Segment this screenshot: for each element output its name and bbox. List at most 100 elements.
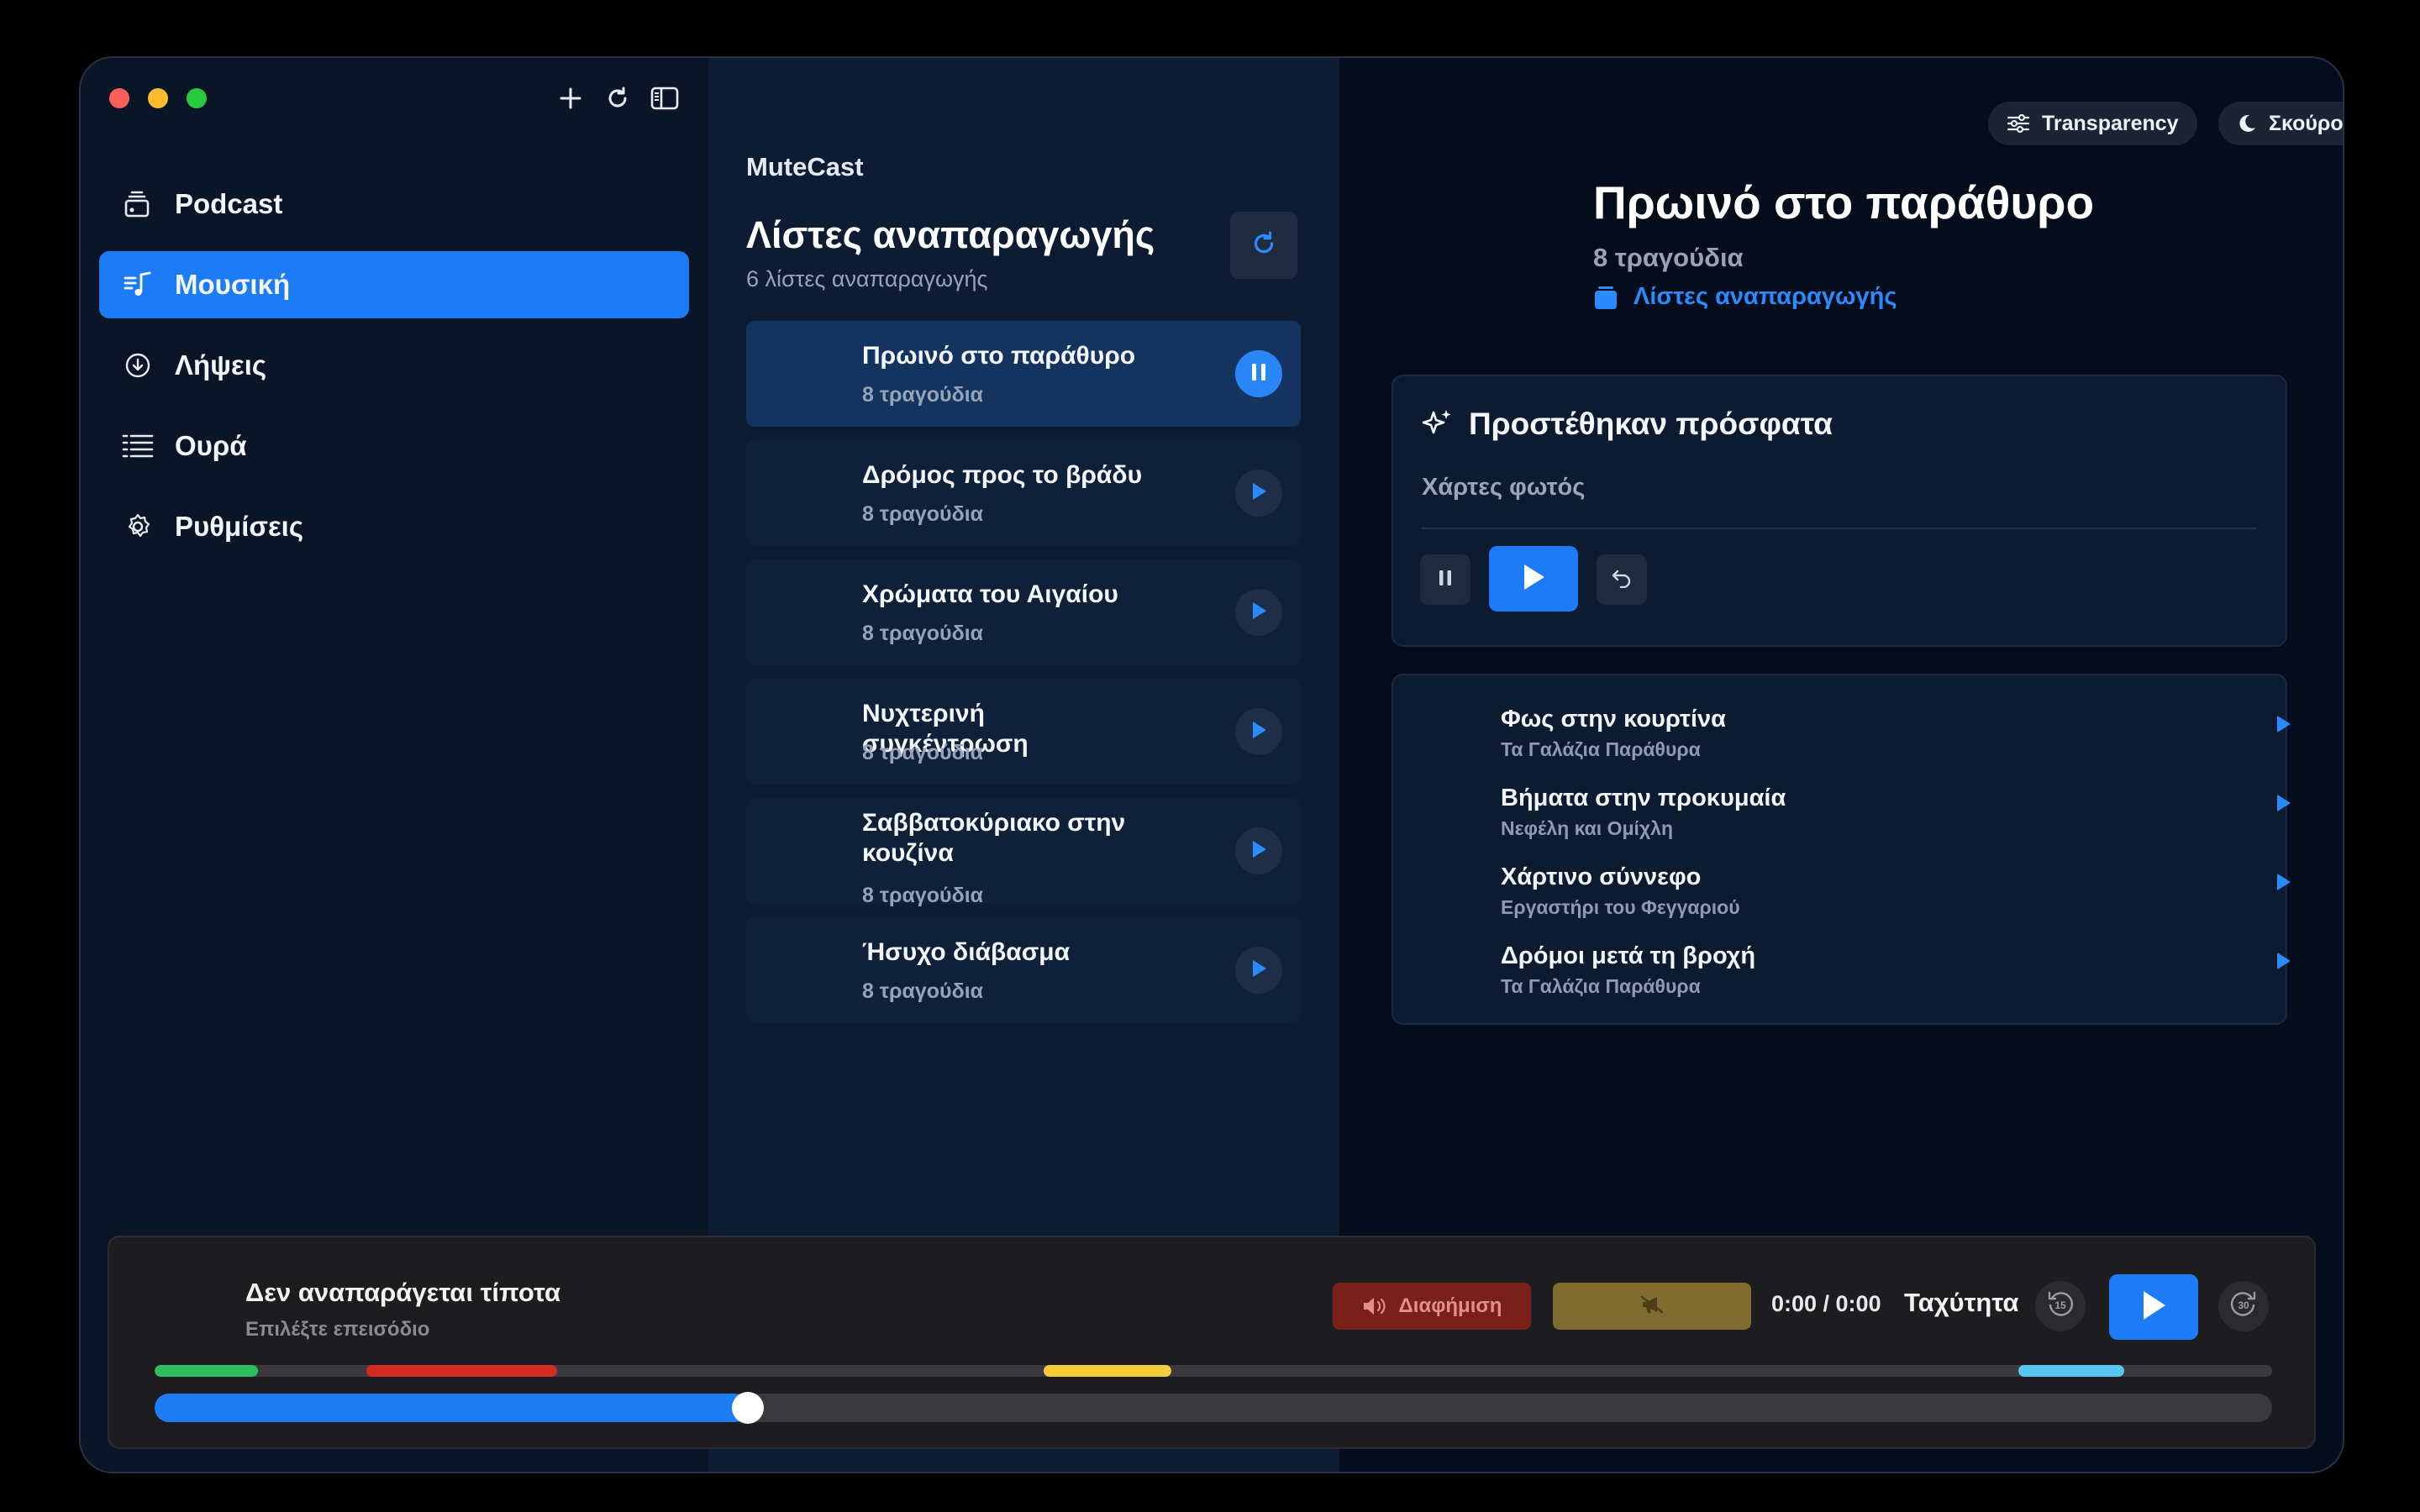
play-playlist-button[interactable] [1235,947,1282,994]
song-list: Φως στην κουρτίνα Τα Γαλάζια Παράθυρα Βή… [1392,674,2291,1025]
progress-knob[interactable] [731,1392,764,1424]
segment-track [155,1365,2272,1377]
play-song-icon[interactable] [2274,793,2292,817]
sidebar-toggle-icon[interactable] [650,81,679,115]
skip-forward-30-icon: 30 [2228,1289,2260,1325]
play-icon [1249,601,1268,625]
now-playing-title: Δεν αναπαράγεται τίποτα [245,1278,560,1307]
pause-icon [1437,569,1454,591]
sidebar-nav: Podcast Μουσική Λήψεις Ουρά Ρυθμίσεις [99,171,689,574]
main-play-button[interactable] [2109,1274,2198,1340]
recently-added-header: Προστέθηκαν πρόσφατα [1420,407,1833,442]
skip-back-seconds: 15 [2054,1299,2066,1311]
sidebar-item-downloads[interactable]: Λήψεις [99,332,689,399]
zoom-window-button[interactable] [187,88,207,108]
playlist-card[interactable]: Πρωινό στο παράθυρο 8 τραγούδια [746,321,1301,427]
skip-forward-seconds: 30 [2238,1299,2249,1311]
play-icon [2139,1289,2169,1326]
sliders-icon [2007,113,2030,134]
pause-playlist-button[interactable] [1235,350,1282,397]
sparkles-icon [1420,407,1454,441]
sidebar-item-podcast[interactable]: Podcast [99,171,689,238]
playlist-detail-subtitle: 8 τραγούδια [1593,243,1744,272]
sidebar-item-settings[interactable]: Ρυθμίσεις [99,493,689,560]
play-song-icon[interactable] [2274,951,2292,975]
queue-list-icon [121,429,155,463]
skip-back-15-icon: 15 [2044,1289,2076,1325]
skip-forward-button[interactable]: 30 [2218,1281,2269,1331]
theme-toggle-button[interactable]: Σκούρο [2218,102,2343,145]
song-row[interactable]: Δρόμοι μετά τη βροχή Τα Γαλάζια Παράθυρα [1501,942,2291,998]
playback-time: 0:00 / 0:00 [1771,1291,1881,1316]
play-icon [1249,958,1268,983]
refresh-icon[interactable] [603,81,632,115]
playlist-subtitle: 8 τραγούδια [862,979,984,1003]
mute-ad-label: Διαφήμιση [1398,1294,1502,1317]
skip-back-button[interactable]: 15 [2035,1281,2086,1331]
app-name: MuteCast [746,152,864,181]
recent-play-button[interactable] [1489,546,1578,612]
play-playlist-button[interactable] [1235,470,1282,517]
segment-marker [1044,1365,1171,1377]
podcast-stack-icon [121,187,155,221]
speed-button[interactable]: Ταχύτητα [1904,1288,2018,1318]
playlist-title: Πρωινό στο παράθυρο [862,342,1136,370]
song-artist: Νεφέλη και Ομίχλη [1501,817,1674,839]
sidebar-item-label: Podcast [175,188,283,219]
song-artist: Τα Γαλάζια Παράθυρα [1501,975,1701,997]
song-name: Φως στην κουρτίνα [1501,706,1727,732]
undo-icon [1611,568,1633,592]
song-row[interactable]: Βήματα στην προκυμαία Νεφέλη και Ομίχλη [1501,785,2291,840]
now-playing-subtitle: Επιλέξτε επεισόδιο [245,1318,430,1341]
play-playlist-button[interactable] [1235,827,1282,874]
refresh-icon [1250,230,1277,261]
skip-ad-button[interactable] [1553,1283,1751,1330]
playlist-subtitle: 8 τραγούδια [862,622,984,645]
playlist-card[interactable]: Χρώματα του Αιγαίου 8 τραγούδια [746,559,1301,665]
song-name: Χάρτινο σύννεφο [1501,864,1702,890]
megaphone-off-icon [1639,1294,1665,1319]
player-bar: Δεν αναπαράγεται τίποτα Επιλέξτε επεισόδ… [108,1236,2316,1449]
mute-ad-button[interactable]: Διαφήμιση [1333,1283,1531,1330]
play-playlist-button[interactable] [1235,589,1282,636]
song-row[interactable]: Φως στην κουρτίνα Τα Γαλάζια Παράθυρα [1501,706,2291,761]
play-song-icon[interactable] [2274,714,2292,738]
sidebar-item-label: Ρυθμίσεις [175,511,303,542]
play-playlist-button[interactable] [1235,708,1282,755]
gear-icon [121,510,155,543]
play-icon [1520,562,1547,596]
recent-restart-button[interactable] [1597,554,1647,605]
add-icon[interactable] [556,81,585,115]
recently-added-title: Προστέθηκαν πρόσφατα [1469,407,1833,441]
sidebar-item-label: Ουρά [175,430,247,461]
sidebar-item-queue[interactable]: Ουρά [99,412,689,480]
minimize-window-button[interactable] [148,88,168,108]
close-window-button[interactable] [109,88,129,108]
playlist-card[interactable]: Δρόμος προς το βράδυ 8 τραγούδια [746,440,1301,546]
breadcrumb-link[interactable]: Λίστες αναπαραγωγής [1593,283,1897,311]
recent-track-title: Χάρτες φωτός [1422,474,1586,501]
recent-pause-button[interactable] [1420,554,1470,605]
song-artist: Τα Γαλάζια Παράθυρα [1501,738,1701,760]
play-icon [1249,481,1268,506]
pause-icon [1249,362,1268,386]
playlist-card[interactable]: Νυχτερινή συγκέντρωση 8 τραγούδια [746,679,1301,785]
progress-slider[interactable] [155,1392,2272,1424]
transparency-label: Transparency [2042,111,2179,135]
moon-icon [2237,113,2257,134]
playlist-card[interactable]: Ήσυχο διάβασμα 8 τραγούδια [746,917,1301,1023]
refresh-playlists-button[interactable] [1230,212,1297,279]
song-artist: Εργαστήρι του Φεγγαριού [1501,896,1740,918]
playlist-title: Δρόμος προς το βράδυ [862,461,1143,489]
transparency-button[interactable]: Transparency [1988,102,2197,145]
music-list-icon [121,268,155,302]
playlist-detail-title: Πρωινό στο παράθυρο [1593,176,2095,228]
sidebar-item-music[interactable]: Μουσική [99,251,689,318]
sidebar-toolbar [556,81,679,115]
app-window: Podcast Μουσική Λήψεις Ουρά Ρυθμίσεις Mu… [79,56,2344,1473]
playlist-card[interactable]: Σαββατοκύριακο στην κουζίνα 8 τραγούδια [746,798,1301,907]
song-row[interactable]: Χάρτινο σύννεφο Εργαστήρι του Φεγγαριού [1501,864,2291,919]
recently-added-panel: Προστέθηκαν πρόσφατα Χάρτες φωτός [1392,375,2287,647]
segment-marker [2018,1365,2124,1377]
play-song-icon[interactable] [2274,872,2292,896]
